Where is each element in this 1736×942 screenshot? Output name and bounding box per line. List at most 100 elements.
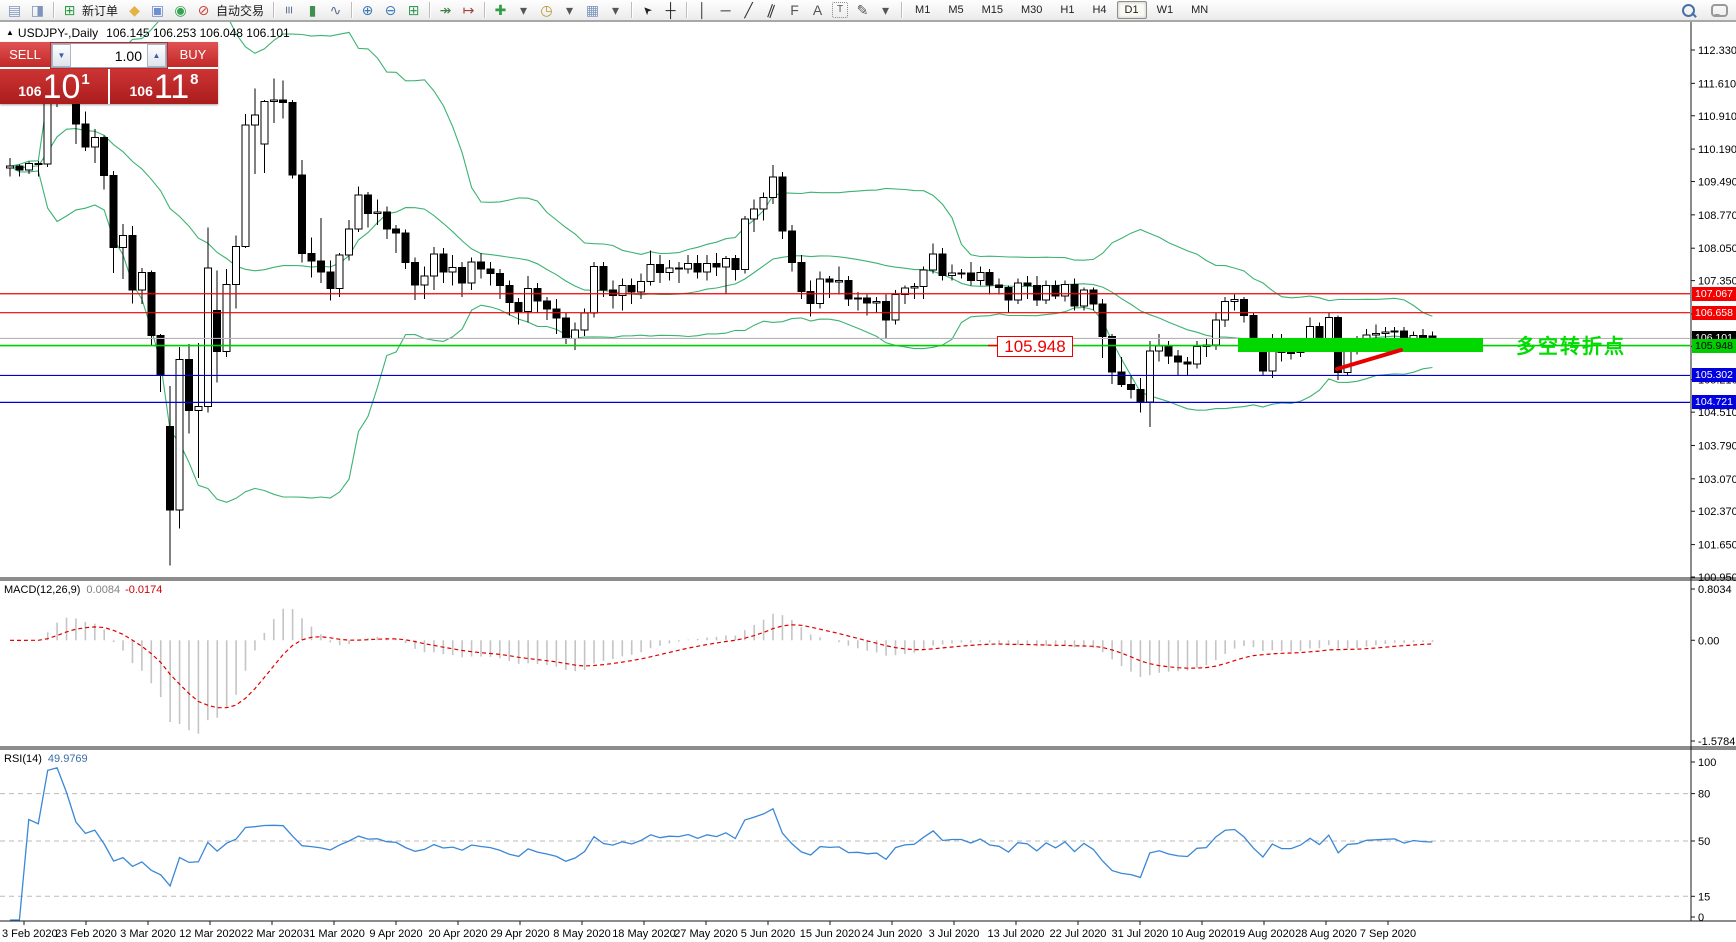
tf-m15[interactable]: M15 xyxy=(974,1,1011,19)
candle-body xyxy=(760,197,767,209)
chat-icon[interactable] xyxy=(1711,4,1728,17)
text-icon[interactable]: A xyxy=(806,0,829,21)
metaeditor-icon[interactable]: ▣ xyxy=(146,0,169,21)
date-axis-label: 3 Feb 2020 xyxy=(2,928,58,940)
candlestick-series xyxy=(7,55,1436,565)
templates-dropdown-icon[interactable]: ▾ xyxy=(604,0,627,21)
candle-body xyxy=(129,236,136,290)
toolbar: ▤◨⊞新订单◆▣◉⊘自动交易≡▮∿⊕⊖⊞↠↦✚▾◷▾▦▾➤┼│─╱∥FAT✎▾M… xyxy=(0,0,1736,22)
search-icon[interactable] xyxy=(1682,4,1695,17)
shapes-icon[interactable]: ✎ xyxy=(851,0,874,21)
rsi-pane[interactable] xyxy=(0,768,1690,920)
data-window-icon[interactable]: ◨ xyxy=(26,0,49,21)
candle-body xyxy=(675,268,682,269)
buy-price-big: 11 xyxy=(154,72,189,102)
price-tick-label: 102.370 xyxy=(1698,506,1736,518)
periods-icon[interactable]: ◷ xyxy=(535,0,558,21)
volume-input[interactable]: 1.00 xyxy=(71,44,147,67)
tf-d1[interactable]: D1 xyxy=(1117,1,1147,19)
buy-price[interactable]: 106 11 8 xyxy=(110,69,218,104)
expert-advisors-icon[interactable]: ◆ xyxy=(123,0,146,21)
candle-body xyxy=(911,287,918,288)
candle-body xyxy=(930,254,937,270)
date-axis-label: 12 Mar 2020 xyxy=(179,928,241,940)
volume-decrease-button[interactable]: ▼ xyxy=(52,44,71,67)
tile-windows-icon[interactable]: ⊞ xyxy=(402,0,425,21)
candle-body xyxy=(1014,283,1021,300)
candle-body xyxy=(1071,284,1078,306)
trendline-icon[interactable]: ╱ xyxy=(737,0,760,21)
zoom-out-icon[interactable]: ⊖ xyxy=(379,0,402,21)
rsi-tick-label: 100 xyxy=(1698,757,1716,769)
autotrading-label[interactable]: 自动交易 xyxy=(215,2,269,19)
candle-body xyxy=(440,254,447,272)
candle-body xyxy=(949,273,956,275)
tf-m1[interactable]: M1 xyxy=(907,1,938,19)
fibonacci-icon[interactable]: F xyxy=(783,0,806,21)
horizontal-line-icon[interactable]: ─ xyxy=(714,0,737,21)
tf-m5[interactable]: M5 xyxy=(940,1,971,19)
zoom-in-icon[interactable]: ⊕ xyxy=(356,0,379,21)
rsi-tick-label: 80 xyxy=(1698,789,1710,801)
candle-body xyxy=(638,282,645,293)
candle-body xyxy=(101,138,108,176)
turning-point-annotation[interactable]: 多空转折点 xyxy=(1516,330,1626,359)
tf-w1[interactable]: W1 xyxy=(1149,1,1182,19)
indicators-icon[interactable]: ✚ xyxy=(489,0,512,21)
buy-button[interactable]: BUY xyxy=(168,42,218,69)
new-order-icon[interactable]: ⊞ xyxy=(58,0,81,21)
tf-h4[interactable]: H4 xyxy=(1084,1,1114,19)
chart-shift-icon[interactable]: ↦ xyxy=(457,0,480,21)
main-chart-pane[interactable] xyxy=(0,0,1690,565)
price-tick-label: 112.330 xyxy=(1698,45,1736,57)
candle-body xyxy=(1175,356,1182,362)
shapes-dropdown-icon[interactable]: ▾ xyxy=(874,0,897,21)
candlestick-chart-icon[interactable]: ▮ xyxy=(301,0,324,21)
autotrading-icon[interactable]: ⊘ xyxy=(192,0,215,21)
candle-body xyxy=(1231,300,1238,302)
candle-body xyxy=(355,195,362,229)
candle-body xyxy=(647,264,654,281)
chart-canvas[interactable]: 112.330111.610110.910110.190109.490108.7… xyxy=(0,0,1736,942)
candle-body xyxy=(289,102,296,175)
macd-tick-label: -1.5784 xyxy=(1698,736,1735,748)
price-axis[interactable]: 112.330111.610110.910110.190109.490108.7… xyxy=(1691,45,1736,924)
date-axis-label: 18 May 2020 xyxy=(612,928,676,940)
vertical-line-icon[interactable]: │ xyxy=(691,0,714,21)
macd-pane[interactable] xyxy=(10,609,1432,734)
bar-chart-icon[interactable]: ≡ xyxy=(279,0,301,22)
templates-icon[interactable]: ▦ xyxy=(581,0,604,21)
equidistant-channel-icon[interactable]: ∥ xyxy=(757,0,786,24)
line-chart-icon[interactable]: ∿ xyxy=(324,0,347,21)
indicators-dropdown-icon[interactable]: ▾ xyxy=(512,0,535,21)
collapse-panel-icon[interactable]: ▲ xyxy=(6,28,14,37)
auto-scroll-icon[interactable]: ↠ xyxy=(434,0,457,21)
support-zone-rectangle[interactable] xyxy=(1238,338,1483,352)
volume-increase-button[interactable]: ▲ xyxy=(147,44,166,67)
new-order-label[interactable]: 新订单 xyxy=(81,2,123,19)
tf-h1[interactable]: H1 xyxy=(1052,1,1082,19)
candle-body xyxy=(628,285,635,292)
date-axis[interactable]: 3 Feb 202023 Feb 20203 Mar 202012 Mar 20… xyxy=(2,921,1416,940)
tf-m30[interactable]: M30 xyxy=(1013,1,1050,19)
sell-price[interactable]: 106 10 1 xyxy=(0,69,110,104)
candle-body xyxy=(421,276,428,285)
tf-mn[interactable]: MN xyxy=(1183,1,1216,19)
signals-icon[interactable]: ◉ xyxy=(169,0,192,21)
text-label-icon[interactable]: T xyxy=(832,2,848,18)
candle-body xyxy=(779,177,786,231)
date-axis-label: 10 Aug 2020 xyxy=(1171,928,1233,940)
sell-button[interactable]: SELL xyxy=(0,42,50,69)
symbol-info[interactable]: ▲USDJPY-,Daily106.145 106.253 106.048 10… xyxy=(6,26,290,40)
candle-body xyxy=(1420,335,1427,337)
toolbar-separator xyxy=(429,2,430,18)
candle-body xyxy=(807,291,814,303)
charts-list-icon[interactable]: ▤ xyxy=(3,0,26,21)
periods-dropdown-icon[interactable]: ▾ xyxy=(558,0,581,21)
symbol-ohlc: 106.145 106.253 106.048 106.101 xyxy=(106,26,290,40)
price-flag-105948[interactable]: 105.948 xyxy=(997,336,1073,357)
candle-body xyxy=(770,177,777,197)
candle-body xyxy=(280,100,287,102)
candle-body xyxy=(1382,332,1389,333)
candle-body xyxy=(1372,333,1379,334)
